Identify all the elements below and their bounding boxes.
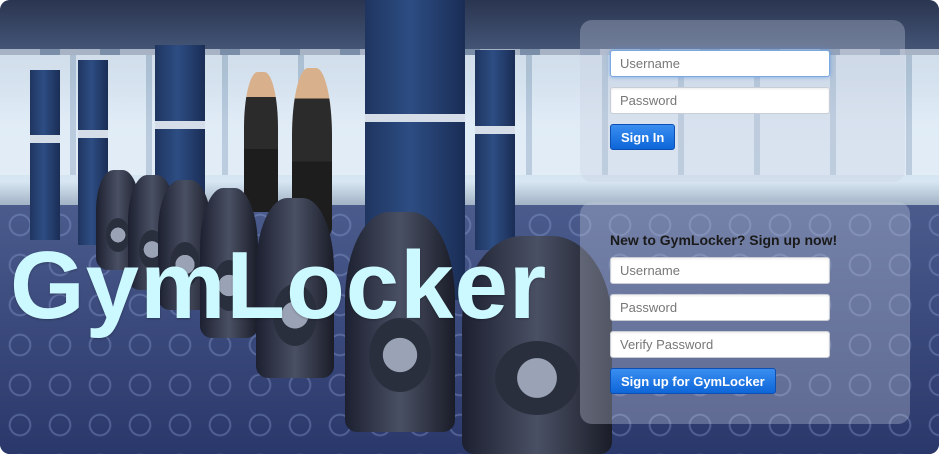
signup-username-input[interactable] <box>610 257 830 284</box>
brand-title: GymLocker <box>10 232 548 339</box>
sign-in-button[interactable]: Sign In <box>610 124 676 150</box>
signup-verify-password-input[interactable] <box>610 331 830 358</box>
signup-password-input[interactable] <box>610 294 830 321</box>
login-password-input[interactable] <box>610 87 830 114</box>
signup-heading: New to GymLocker? Sign up now! <box>610 232 838 248</box>
app-window: GymLocker Sign In New to GymLocker? Sign… <box>0 0 939 454</box>
login-username-input[interactable] <box>610 50 830 77</box>
sign-up-button[interactable]: Sign up for GymLocker <box>610 368 776 394</box>
pillar <box>475 50 515 250</box>
pillar <box>30 70 60 240</box>
person <box>244 72 278 212</box>
